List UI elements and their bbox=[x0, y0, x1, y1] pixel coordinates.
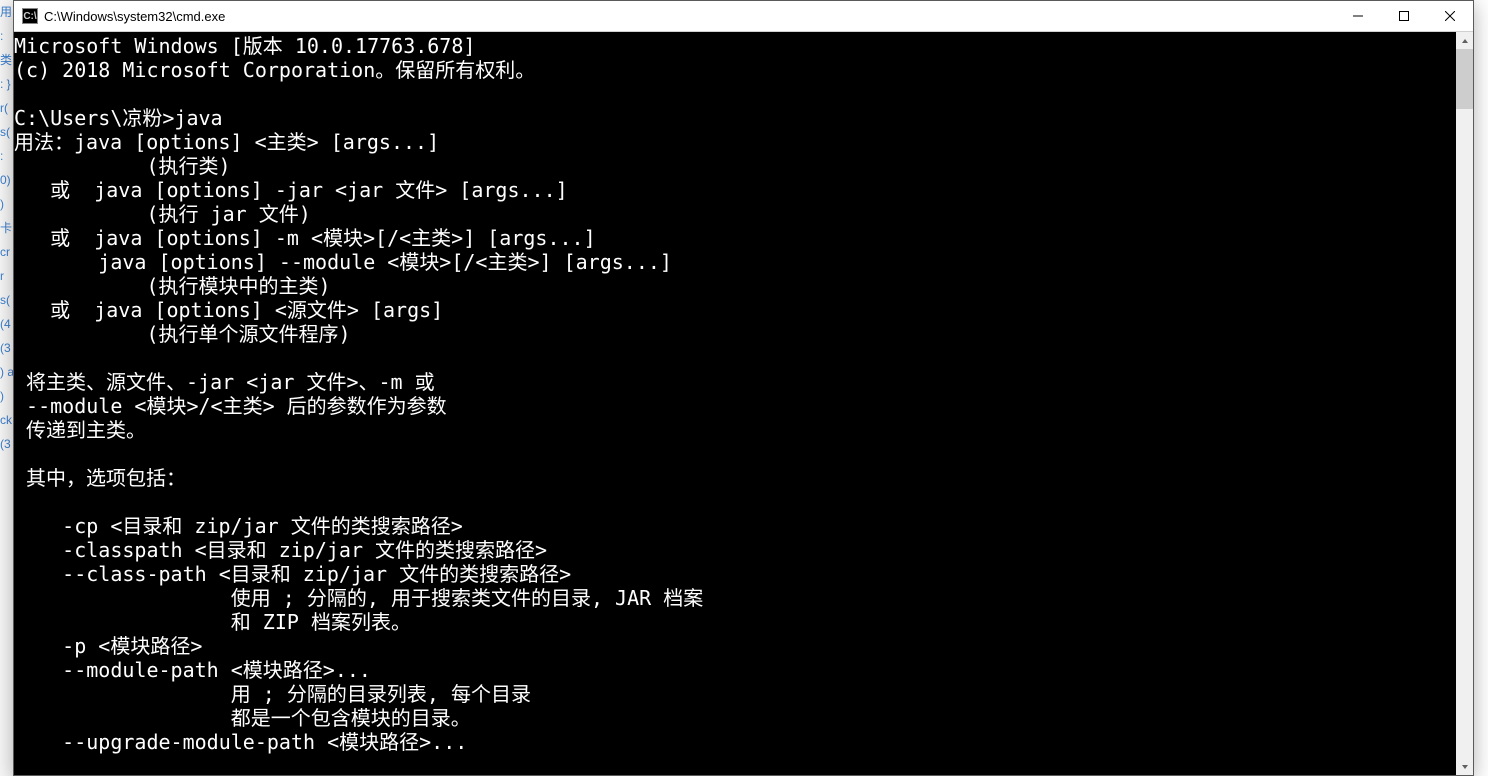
maximize-button[interactable] bbox=[1381, 1, 1427, 31]
background-left-gutter: 用 : 类 : } r( s( : 0) ) 卡 cr r s( (4 (3 )… bbox=[0, 0, 14, 776]
close-icon bbox=[1445, 11, 1455, 21]
console-scrollbar[interactable] bbox=[1456, 32, 1473, 775]
close-button[interactable] bbox=[1427, 1, 1473, 31]
window-title: C:\Windows\system32\cmd.exe bbox=[44, 9, 225, 24]
scroll-up-button[interactable] bbox=[1456, 32, 1473, 49]
cmd-icon: C:\ bbox=[22, 8, 38, 24]
console-output[interactable]: Microsoft Windows [版本 10.0.17763.678] (c… bbox=[14, 32, 1456, 775]
cmd-window: C:\ C:\Windows\system32\cmd.exe Microsof… bbox=[13, 0, 1474, 776]
titlebar[interactable]: C:\ C:\Windows\system32\cmd.exe bbox=[14, 1, 1473, 32]
scrollbar-thumb[interactable] bbox=[1456, 49, 1473, 109]
minimize-icon bbox=[1353, 11, 1363, 21]
maximize-icon bbox=[1399, 11, 1409, 21]
console-client-area: Microsoft Windows [版本 10.0.17763.678] (c… bbox=[14, 32, 1473, 775]
chevron-up-icon bbox=[1461, 37, 1469, 45]
scroll-down-button[interactable] bbox=[1456, 758, 1473, 775]
background-right-margin bbox=[1474, 0, 1488, 776]
scrollbar-track[interactable] bbox=[1456, 49, 1473, 758]
minimize-button[interactable] bbox=[1335, 1, 1381, 31]
chevron-down-icon bbox=[1461, 763, 1469, 771]
